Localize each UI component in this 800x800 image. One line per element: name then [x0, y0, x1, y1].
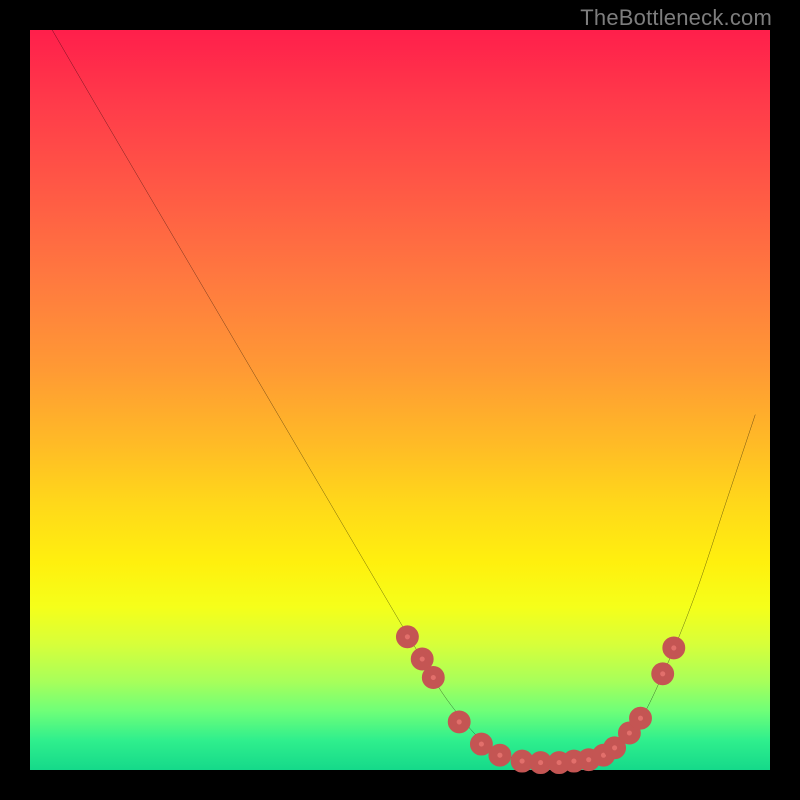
chart-stage: TheBottleneck.com	[0, 0, 800, 800]
curve-marker	[515, 754, 529, 768]
curve-marker	[622, 726, 636, 740]
curve-marker	[474, 737, 488, 751]
curve-marker	[656, 667, 670, 681]
plot-area	[30, 30, 770, 770]
curve-marker	[667, 641, 681, 655]
curve-marker	[400, 630, 414, 644]
chart-svg	[30, 30, 770, 770]
curve-marker	[534, 756, 548, 770]
curve-marker	[608, 741, 622, 755]
curve-marker	[634, 711, 648, 725]
curve-marker	[415, 652, 429, 666]
curve-marker	[452, 715, 466, 729]
curve-marker	[493, 748, 507, 762]
curve-marker	[426, 671, 440, 685]
curve-markers-group	[400, 630, 680, 770]
bottleneck-curve-line	[52, 30, 755, 763]
watermark-text: TheBottleneck.com	[580, 5, 772, 31]
